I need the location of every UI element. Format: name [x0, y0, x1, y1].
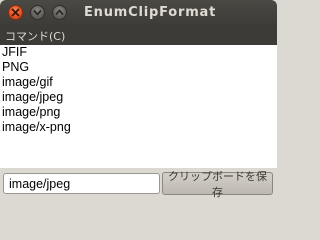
menu-command[interactable]: コマンド(C)	[5, 28, 65, 44]
maximize-icon	[55, 9, 64, 15]
close-window-button[interactable]	[8, 5, 23, 20]
list-item[interactable]: JFIF	[0, 45, 277, 60]
list-item[interactable]: image/gif	[0, 75, 277, 90]
list-item[interactable]: image/x-png	[0, 120, 277, 135]
clipboard-format-list[interactable]: JFIF PNG image/gif image/jpeg image/png …	[0, 45, 277, 168]
save-clipboard-button[interactable]: クリップボードを保存	[162, 170, 273, 199]
maximize-window-button[interactable]	[52, 5, 67, 20]
list-item[interactable]: image/png	[0, 105, 277, 120]
minimize-icon	[33, 10, 42, 16]
window-title: EnumClipFormat	[84, 5, 217, 20]
app-window: EnumClipFormat コマンド(C) JFIF PNG image/gi…	[0, 0, 277, 229]
close-icon	[11, 8, 20, 17]
format-input[interactable]	[3, 173, 160, 194]
list-item[interactable]: image/jpeg	[0, 90, 277, 105]
title-bar[interactable]: EnumClipFormat	[0, 0, 277, 27]
minimize-window-button[interactable]	[30, 5, 45, 20]
menu-bar: コマンド(C)	[0, 27, 277, 45]
list-item[interactable]: PNG	[0, 60, 277, 75]
